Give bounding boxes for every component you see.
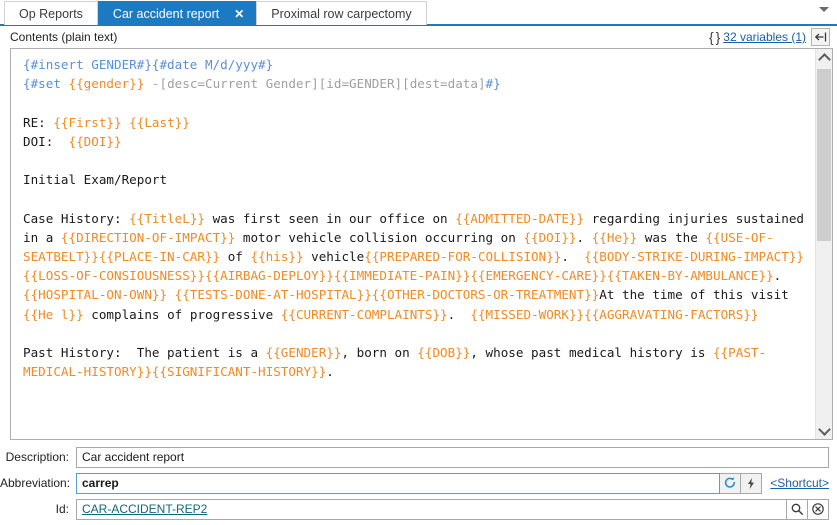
editor-line: {#set {{gender}} -[desc=Current Gender][…	[23, 74, 807, 93]
scrollbar-thumb[interactable]	[817, 69, 831, 241]
insert-field-glyph	[814, 32, 827, 42]
tab-label: Proximal row carpectomy	[271, 6, 412, 21]
template-variable-token: {{PREPARED-FOR-COLLISION}}	[364, 249, 562, 265]
description-label: Description:	[5, 450, 69, 464]
tab-proximal-row-carpectomy[interactable]: Proximal row carpectomy	[256, 1, 427, 25]
editor-plain-text: At the time of this visit	[599, 287, 797, 303]
editor-plain-text: .	[447, 306, 471, 322]
clear-glyph	[812, 503, 824, 515]
insert-field-icon[interactable]	[811, 28, 830, 46]
refresh-glyph	[725, 477, 736, 488]
editor-plain-text: Case History:	[23, 210, 130, 226]
editor-plain-text: .	[576, 229, 592, 245]
metadata-form: Description: Car accident report Abbrevi…	[0, 440, 837, 520]
chevron-down-icon	[819, 6, 829, 12]
editor-plain-text: DOI:	[23, 133, 69, 149]
template-variable-token: {{First}} {{Last}}	[53, 114, 190, 130]
tab-close-icon[interactable]: ✕	[231, 8, 247, 20]
id-row: Id: CAR-ACCIDENT-REP2	[0, 498, 833, 520]
editor-plain-text: , born on	[341, 345, 418, 361]
template-variable-token: {{CURRENT-COMPLAINTS}}	[280, 306, 448, 322]
template-variable-token: {{TitleL}}	[129, 210, 205, 226]
editor-plain-text: .	[326, 364, 334, 380]
chevron-up-icon	[817, 52, 831, 66]
template-variable-token: {{ADMITTED-DATE}}	[455, 210, 585, 226]
editor-plain-text: Past History: The patient is a	[23, 345, 266, 361]
tab-label: Car accident report	[112, 6, 220, 21]
editor-line: {#insert GENDER#}{#date M/d/yyy#}	[23, 55, 807, 74]
template-variable-token: {{He}}	[591, 229, 638, 245]
template-variable-token: {{his}}	[250, 249, 304, 265]
description-row: Description: Car accident report	[0, 446, 833, 468]
template-variable-token: {{gender}}	[68, 76, 145, 92]
description-input[interactable]: Car accident report	[76, 446, 829, 468]
id-value-link[interactable]: CAR-ACCIDENT-REP2	[82, 500, 207, 519]
shortcut-link[interactable]: <Shortcut>	[770, 476, 829, 490]
template-editor-window: Op Reports Car accident report ✕ Proxima…	[0, 0, 837, 525]
tab-bar: Op Reports Car accident report ✕ Proxima…	[0, 0, 837, 26]
template-variable-token: {{GENDER}}	[265, 345, 342, 361]
editor-line: Initial Exam/Report	[23, 170, 807, 189]
scroll-up-button[interactable]	[816, 49, 832, 66]
abbreviation-label: Abbreviation:	[0, 476, 71, 490]
editor-plain-text: , whose past medical history is	[470, 345, 714, 361]
editor-line: Case History: {{TitleL}} was first seen …	[23, 209, 807, 324]
editor-plain-text: was first seen in our office on	[204, 210, 456, 226]
editor-line: DOI: {{DOI}}	[23, 132, 807, 151]
editor-plain-text: .	[773, 268, 797, 284]
editor-plain-text: vehicle	[303, 249, 365, 265]
tab-overflow-button[interactable]	[811, 0, 837, 21]
editor-plain-text: motor vehicle collision occurring on	[235, 229, 524, 245]
search-icon[interactable]	[787, 498, 808, 520]
editor-plain-text: Initial Exam/Report	[23, 172, 168, 188]
template-variable-token: {{HOSPITAL-ON-OWN}} {{TESTS-DONE-AT-HOSP…	[23, 287, 600, 303]
contents-label: Contents (plain text)	[10, 30, 118, 44]
abbreviation-row: Abbreviation: carrep <Shortcut>	[0, 472, 833, 494]
template-param-token: -[desc=Current Gender][id=GENDER][dest=d…	[144, 76, 486, 92]
chevron-down-icon	[817, 422, 831, 436]
clear-circle-icon[interactable]	[808, 498, 829, 520]
editor-plain-text: was the	[637, 229, 706, 245]
template-variable-token: {{DOI}}	[523, 229, 577, 245]
template-variable-token: {{DOB}}	[417, 345, 471, 361]
contents-editor[interactable]: {#insert GENDER#}{#date M/d/yyy#} {#set {…	[10, 48, 833, 440]
editor-plain-text: RE:	[23, 114, 54, 130]
search-glyph	[791, 503, 803, 515]
variables-link[interactable]: 32 variables (1)	[723, 30, 806, 44]
refresh-icon[interactable]	[720, 472, 742, 494]
braces-icon: { }	[709, 28, 720, 45]
lightning-bolt-icon[interactable]	[741, 472, 763, 494]
contents-header: Contents (plain text) { } 32 variables (…	[0, 26, 837, 48]
contents-editor-text[interactable]: {#insert GENDER#}{#date M/d/yyy#} {#set {…	[11, 49, 815, 439]
lightning-glyph	[748, 477, 755, 489]
editor-plain-text: .	[561, 249, 585, 265]
tab-label: Op Reports	[19, 6, 83, 21]
editor-plain-text: of	[220, 249, 251, 265]
editor-plain-text: complains of progressive	[83, 306, 281, 322]
abbreviation-input[interactable]: carrep	[76, 472, 721, 494]
template-variable-token: {{MISSED-WORK}}{{AGGRAVATING-FACTORS}}	[470, 306, 759, 322]
template-variable-token: {{DIRECTION-OF-IMPACT}}	[60, 229, 236, 245]
template-command-token: #}	[485, 76, 501, 92]
tab-car-accident-report[interactable]: Car accident report ✕	[97, 1, 257, 25]
template-variable-token: {{He l}}	[23, 306, 84, 322]
editor-line: RE: {{First}} {{Last}}	[23, 113, 807, 132]
template-command-token: {#set	[23, 76, 69, 92]
template-command-token: {#insert GENDER#}{#date M/d/yyy#}	[23, 57, 274, 72]
tab-op-reports[interactable]: Op Reports	[4, 1, 98, 25]
id-label: Id:	[55, 502, 69, 516]
scroll-down-button[interactable]	[816, 422, 832, 439]
template-variable-token: {{DOI}}	[68, 133, 122, 149]
editor-vertical-scrollbar[interactable]	[815, 49, 832, 439]
editor-line: Past History: The patient is a {{GENDER}…	[23, 343, 807, 381]
id-input[interactable]: CAR-ACCIDENT-REP2	[76, 498, 787, 520]
